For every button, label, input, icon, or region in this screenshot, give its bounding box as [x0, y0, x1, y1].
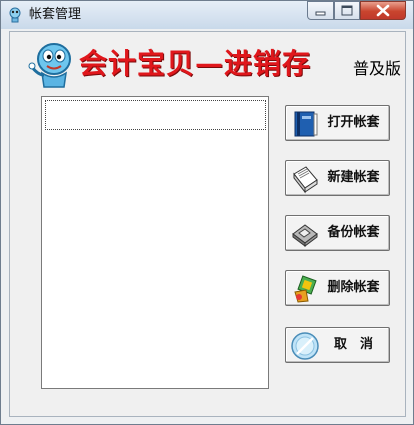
window-title: 帐套管理	[29, 7, 82, 22]
list-item[interactable]	[45, 100, 266, 130]
minimize-icon	[315, 11, 326, 16]
disk-icon	[292, 224, 318, 247]
cancel-button[interactable]: 取 消	[285, 327, 390, 363]
app-icon	[9, 7, 21, 23]
title-bar[interactable]: 帐套管理	[1, 1, 413, 29]
backup-account-button[interactable]: 备份帐套	[285, 215, 390, 251]
brand-title: 会计宝贝—进销存	[79, 47, 312, 80]
eraser-icon	[294, 275, 317, 303]
cancel-label: 取 消	[333, 337, 373, 352]
open-account-label: 打开帐套	[327, 115, 380, 130]
notepad-icon	[293, 166, 318, 194]
edition-label: 普及版	[353, 59, 402, 78]
close-icon	[376, 4, 390, 17]
maximize-button[interactable]	[334, 1, 360, 20]
minimize-button[interactable]	[307, 1, 334, 20]
mascot-logo	[28, 43, 71, 88]
maximize-icon	[341, 5, 353, 16]
account-list[interactable]	[41, 96, 269, 389]
delete-account-label: 删除帐套	[327, 280, 380, 295]
delete-account-button[interactable]: 删除帐套	[285, 270, 390, 306]
account-manager-window: 帐套管理 会计宝贝—进销存 普及版 打开帐套 新建帐套 备份帐套 删除帐套 取 …	[0, 0, 414, 425]
backup-account-label: 备份帐套	[327, 225, 380, 240]
close-button[interactable]	[360, 1, 406, 20]
cancel-disc-icon	[291, 332, 319, 360]
new-account-label: 新建帐套	[327, 170, 380, 185]
book-icon	[294, 111, 318, 137]
open-account-button[interactable]: 打开帐套	[285, 105, 390, 141]
new-account-button[interactable]: 新建帐套	[285, 160, 390, 196]
